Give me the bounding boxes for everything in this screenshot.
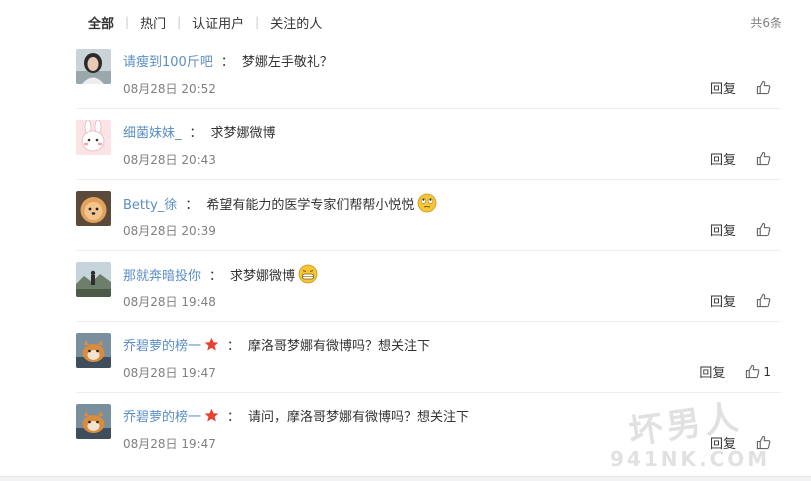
colon: ： (189, 126, 203, 141)
colon: ： (185, 197, 199, 213)
comment-item: Betty_徐 ： 希望有能力的医学专家们帮帮小悦悦 08月28日 20:39 … (76, 180, 781, 251)
comment-item: 乔碧萝的榜一 ： 摩洛哥梦娜有微博吗？想关注下 08月28日 19:47 回复 … (76, 322, 781, 393)
comment-text: 求梦娜微博 (230, 268, 296, 284)
like-button[interactable]: 1 (745, 364, 771, 379)
colon: ： (220, 55, 234, 70)
comment-time: 08月28日 20:52 (123, 82, 216, 96)
red-star-icon (204, 408, 219, 423)
reply-button[interactable]: 回复 (710, 220, 736, 239)
grinning-emoji-icon (298, 264, 318, 284)
comment-item: 那就奔暗投你 ： 求梦娜微博 08月28日 19:48 回复 (76, 251, 781, 322)
thumbs-up-icon (756, 435, 771, 450)
comment-item: 乔碧萝的榜一 ： 请问，摩洛哥梦娜有微博吗？想关注下 08月28日 19:47 … (76, 393, 781, 463)
avatar[interactable] (76, 404, 111, 439)
tab-hot[interactable]: 热门 (140, 13, 166, 32)
reply-button[interactable]: 回复 (710, 291, 736, 310)
comment-line: 乔碧萝的榜一 ： 摩洛哥梦娜有微博吗？想关注下 (123, 335, 430, 354)
thumbs-up-icon (756, 80, 771, 95)
thumbs-up-icon (756, 222, 771, 237)
like-button[interactable] (756, 222, 771, 237)
like-button[interactable] (756, 80, 771, 95)
comment-line: 那就奔暗投你 ： 求梦娜微博 (123, 264, 318, 284)
tab-following[interactable]: 关注的人 (270, 13, 322, 32)
comment-line: 细菌妹妹_ ： 求梦娜微博 (123, 122, 276, 141)
comment-time: 08月28日 19:47 (123, 437, 216, 451)
like-count: 1 (763, 364, 771, 379)
comment-text: 请问，摩洛哥梦娜有微博吗？想关注下 (248, 410, 470, 425)
reply-button[interactable]: 回复 (710, 78, 736, 97)
comment-line: 乔碧萝的榜一 ： 请问，摩洛哥梦娜有微博吗？想关注下 (123, 406, 469, 425)
total-count: 共6条 (750, 16, 782, 30)
comment-item: 细菌妹妹_ ： 求梦娜微博 08月28日 20:43 回复 (76, 109, 781, 180)
thumbs-up-icon (756, 293, 771, 308)
comment-actions: 回复 (710, 149, 771, 168)
like-button[interactable] (756, 151, 771, 166)
comment-time: 08月28日 20:43 (123, 153, 216, 167)
like-button[interactable] (756, 293, 771, 308)
reply-button[interactable]: 回复 (699, 362, 725, 381)
comment-actions: 回复 (710, 291, 771, 310)
avatar[interactable] (76, 191, 111, 226)
filter-tabs: 全部 | 热门 | 认证用户 | 关注的人 (88, 12, 322, 32)
comment-line: Betty_徐 ： 希望有能力的医学专家们帮帮小悦悦 (123, 193, 437, 213)
colon: ： (209, 268, 223, 284)
like-button[interactable] (756, 435, 771, 450)
reply-button[interactable]: 回复 (710, 149, 736, 168)
comment-actions: 回复 (710, 433, 771, 452)
username-link[interactable]: Betty_徐 (123, 194, 177, 213)
rolling-eyes-emoji-icon (417, 193, 437, 213)
tab-separator: | (125, 15, 130, 29)
avatar[interactable] (76, 262, 111, 297)
comment-list: 请瘦到100斤吧 ： 梦娜左手敬礼？ 08月28日 20:52 回复 细菌妹妹_… (76, 38, 781, 463)
comment-time: 08月28日 19:48 (123, 295, 216, 309)
comment-text: 希望有能力的医学专家们帮帮小悦悦 (206, 197, 415, 213)
reply-button[interactable]: 回复 (710, 433, 736, 452)
avatar[interactable] (76, 120, 111, 155)
avatar[interactable] (76, 333, 111, 368)
colon: ： (227, 339, 241, 354)
tab-separator: | (177, 15, 182, 29)
tab-verified-users[interactable]: 认证用户 (192, 13, 244, 32)
username-link[interactable]: 那就奔暗投你 (123, 265, 201, 284)
username-link[interactable]: 细菌妹妹_ (123, 122, 182, 141)
comment-line: 请瘦到100斤吧 ： 梦娜左手敬礼？ (123, 51, 333, 70)
comment-text: 摩洛哥梦娜有微博吗？想关注下 (248, 339, 431, 354)
comment-time: 08月28日 19:47 (123, 366, 216, 380)
comment-actions: 回复 (710, 220, 771, 239)
tab-all[interactable]: 全部 (88, 13, 114, 32)
username-link[interactable]: 乔碧萝的榜一 (123, 406, 201, 425)
username-link[interactable]: 请瘦到100斤吧 (123, 51, 213, 70)
comment-actions: 回复 1 (699, 362, 771, 382)
red-star-icon (204, 337, 219, 352)
comment-item: 请瘦到100斤吧 ： 梦娜左手敬礼？ 08月28日 20:52 回复 (76, 38, 781, 109)
comment-text: 求梦娜微博 (210, 126, 276, 141)
comment-actions: 回复 (710, 78, 771, 97)
username-link[interactable]: 乔碧萝的榜一 (123, 335, 201, 354)
avatar[interactable] (76, 49, 111, 84)
thumbs-up-icon (756, 151, 771, 166)
comment-text: 梦娜左手敬礼？ (241, 55, 333, 70)
comments-panel: 全部 | 热门 | 认证用户 | 关注的人 共6条 请瘦到100斤吧 ： 梦娜左… (0, 0, 811, 477)
thumbs-up-icon (746, 364, 760, 379)
colon: ： (227, 410, 241, 425)
comment-time: 08月28日 20:39 (123, 224, 216, 238)
tab-separator: | (255, 15, 260, 29)
